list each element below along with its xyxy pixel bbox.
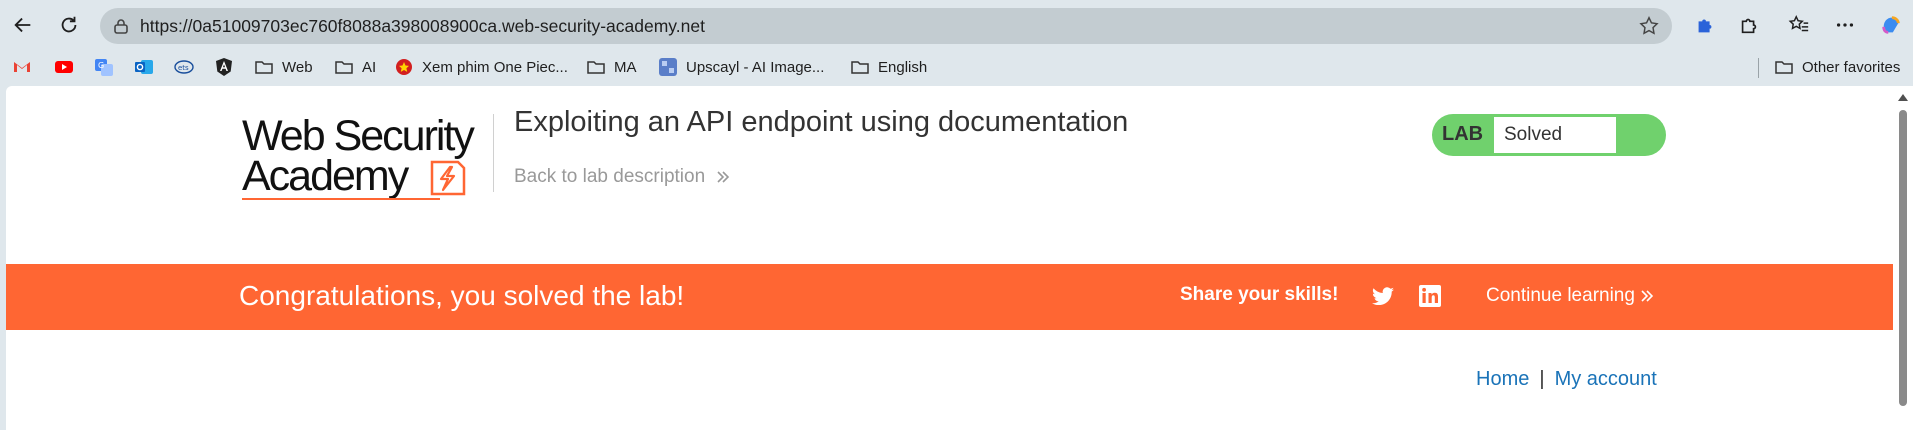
svg-text:ets: ets bbox=[178, 64, 189, 72]
arrow-left-icon bbox=[14, 17, 31, 33]
favorite-star-icon[interactable] bbox=[1638, 15, 1660, 37]
academy-logo[interactable]: Web Security Academy bbox=[242, 114, 498, 202]
address-bar[interactable]: https://0a51009703ec760f8088a398008900ca… bbox=[100, 8, 1672, 44]
reload-button[interactable] bbox=[52, 8, 86, 42]
logo-lightning-icon bbox=[430, 160, 466, 196]
top-nav: Home | My account bbox=[1476, 368, 1657, 391]
angular-icon bbox=[214, 57, 234, 77]
logo-line2: Academy bbox=[242, 152, 409, 200]
bookmark-one-piece[interactable]: Xem phim One Piec... bbox=[394, 55, 568, 79]
lab-status-text: Solved bbox=[1504, 124, 1563, 145]
bookmark-folder-ma[interactable]: MA bbox=[586, 55, 637, 79]
bookmark-label: Xem phim One Piec... bbox=[422, 58, 568, 76]
url-text: https://0a51009703ec760f8088a398008900ca… bbox=[140, 16, 705, 36]
bookmark-angular[interactable] bbox=[214, 55, 242, 79]
back-link-label: Back to lab description bbox=[514, 166, 706, 187]
folder-icon bbox=[586, 57, 606, 77]
lab-status-widget: LAB Solved bbox=[1432, 114, 1666, 156]
solved-banner: Congratulations, you solved the lab! Sha… bbox=[6, 264, 1893, 330]
double-chevron-right-icon bbox=[717, 171, 730, 183]
bookmark-label: Upscayl - AI Image... bbox=[686, 58, 825, 76]
bookmarks-bar: G ets Web AI Xem phim One Piec... MA Ups… bbox=[0, 50, 1913, 84]
more-button[interactable] bbox=[1828, 8, 1862, 42]
outlook-icon bbox=[134, 57, 154, 77]
linkedin-icon[interactable] bbox=[1418, 284, 1442, 308]
extensions-button[interactable] bbox=[1732, 8, 1766, 42]
bookmark-other-favorites[interactable]: Other favorites bbox=[1774, 55, 1900, 79]
more-dots-icon bbox=[1836, 23, 1854, 27]
bookmark-label: English bbox=[878, 58, 928, 76]
nav-separator: | bbox=[1539, 368, 1545, 390]
lab-title: Exploiting an API endpoint using documen… bbox=[514, 106, 1129, 138]
header-divider bbox=[493, 114, 494, 192]
youtube-icon bbox=[54, 57, 74, 77]
bookmark-gmail[interactable] bbox=[12, 55, 40, 79]
bookmark-label: MA bbox=[614, 58, 637, 76]
lock-icon bbox=[114, 19, 128, 34]
bookmark-youtube[interactable] bbox=[54, 55, 82, 79]
folder-icon bbox=[1774, 57, 1794, 77]
svg-text:G: G bbox=[98, 61, 104, 70]
page-viewport: Web Security Academy Exploiting an API e… bbox=[6, 86, 1893, 430]
browser-toolbar: https://0a51009703ec760f8088a398008900ca… bbox=[0, 0, 1913, 50]
reload-icon bbox=[61, 16, 77, 33]
twitter-icon[interactable] bbox=[1370, 285, 1396, 309]
nav-my-account-link[interactable]: My account bbox=[1555, 368, 1657, 390]
bookmark-translate[interactable]: G bbox=[94, 55, 122, 79]
favorites-button[interactable] bbox=[1782, 8, 1816, 42]
bookmark-ets[interactable]: ets bbox=[174, 55, 202, 79]
back-to-description-link[interactable]: Back to lab description bbox=[514, 166, 731, 188]
double-chevron-right-icon bbox=[1641, 290, 1654, 302]
bookmark-upscayl[interactable]: Upscayl - AI Image... bbox=[658, 55, 824, 79]
page-scrollbar[interactable] bbox=[1893, 86, 1913, 430]
share-skills-label: Share your skills! bbox=[1180, 284, 1339, 305]
site-icon bbox=[394, 57, 414, 77]
bookmark-label: Web bbox=[282, 58, 313, 76]
app-icon bbox=[658, 57, 678, 77]
scrollbar-thumb[interactable] bbox=[1899, 110, 1907, 406]
logo-underline bbox=[242, 198, 440, 200]
folder-icon bbox=[850, 57, 870, 77]
puzzle-icon bbox=[1741, 18, 1757, 34]
scroll-up-arrow-icon[interactable] bbox=[1898, 94, 1908, 101]
continue-learning-link[interactable]: Continue learning bbox=[1486, 285, 1655, 307]
other-favorites-label: Other favorites bbox=[1802, 58, 1901, 76]
ets-icon: ets bbox=[174, 57, 194, 77]
nav-home-link[interactable]: Home bbox=[1476, 368, 1529, 390]
bookmark-folder-english[interactable]: English bbox=[850, 55, 927, 79]
bookmark-label: AI bbox=[362, 58, 377, 76]
lab-tag: LAB bbox=[1442, 123, 1484, 145]
back-button[interactable] bbox=[6, 8, 40, 42]
gmail-icon bbox=[12, 57, 32, 77]
copilot-button[interactable] bbox=[1874, 8, 1908, 42]
extension-button[interactable] bbox=[1688, 8, 1722, 42]
bookmarks-divider bbox=[1758, 58, 1759, 78]
translate-icon: G bbox=[94, 57, 114, 77]
bookmark-folder-ai[interactable]: AI bbox=[334, 55, 376, 79]
bookmark-outlook[interactable] bbox=[134, 55, 162, 79]
folder-icon bbox=[254, 57, 274, 77]
favorites-icon bbox=[1788, 15, 1809, 32]
puzzle-blue-icon bbox=[1698, 19, 1712, 33]
continue-learning-label: Continue learning bbox=[1486, 285, 1635, 306]
copilot-icon bbox=[1882, 16, 1900, 34]
congratulations-message: Congratulations, you solved the lab! bbox=[239, 280, 685, 311]
folder-icon bbox=[334, 57, 354, 77]
bookmark-folder-web[interactable]: Web bbox=[254, 55, 313, 79]
